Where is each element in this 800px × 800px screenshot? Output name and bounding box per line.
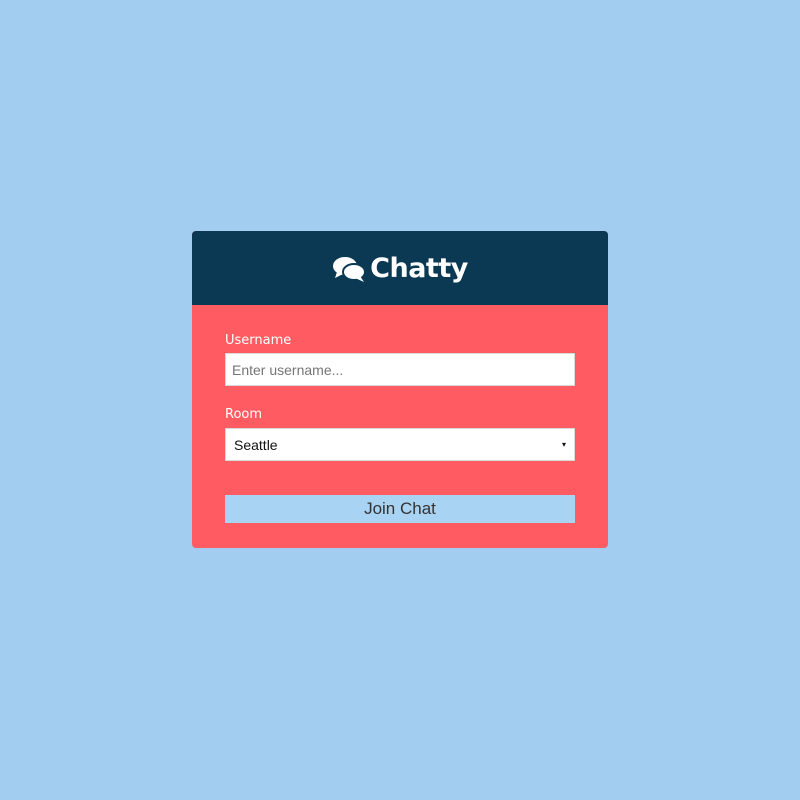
username-label: Username (225, 333, 292, 348)
room-select[interactable]: Seattle ▾ (225, 428, 575, 461)
app-title: Chatty (370, 252, 468, 284)
card-header: Chatty (192, 231, 608, 305)
username-input[interactable] (225, 353, 575, 386)
chevron-down-icon: ▾ (561, 440, 566, 449)
room-select-value: Seattle (234, 436, 278, 453)
room-label: Room (225, 407, 263, 422)
login-card: Chatty Username Room Seattle ▾ Join Chat (192, 231, 608, 548)
comments-icon (333, 257, 367, 282)
join-chat-button[interactable]: Join Chat (225, 495, 575, 523)
